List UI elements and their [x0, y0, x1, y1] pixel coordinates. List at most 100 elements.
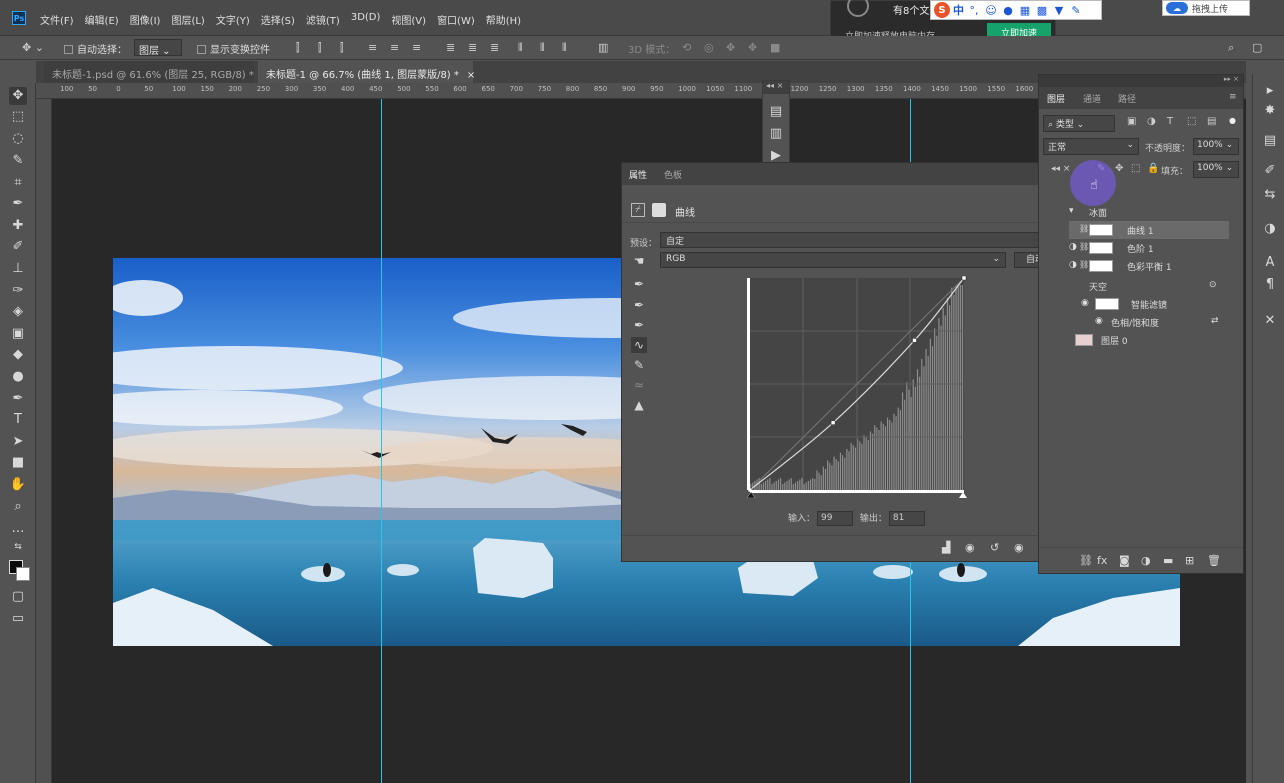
menu-view[interactable]: 视图(V) [391, 12, 426, 27]
upload-widget[interactable]: ☁ 拖拽上传 [1162, 0, 1250, 16]
curves-graph[interactable] [747, 276, 967, 498]
wrench-icon[interactable]: ✎ [1069, 3, 1083, 17]
auto-select-checkbox[interactable]: 自动选择： [64, 41, 127, 56]
clone-stamp-tool-icon[interactable]: ⊥ [9, 260, 27, 278]
slide-3d-icon[interactable]: ✥ [748, 41, 757, 54]
brush-tool-icon[interactable]: ✐ [9, 238, 27, 256]
curve-control-point[interactable] [912, 338, 917, 343]
panel-arrows-icon[interactable]: ▸ [1261, 82, 1279, 100]
rotate-3d-icon[interactable]: ⟲ [682, 41, 691, 54]
tab-channels[interactable]: 通道 [1083, 92, 1101, 105]
distribute-right-icon[interactable]: ⫴ [562, 41, 567, 55]
preset-dropdown[interactable]: 自定⌄ [660, 232, 1056, 248]
brush-settings-icon[interactable]: ✐ [1261, 162, 1279, 180]
curve-control-point[interactable] [830, 420, 836, 425]
tab-layers[interactable]: 图层 [1047, 92, 1065, 105]
background-color-swatch[interactable] [16, 567, 30, 581]
emoji-icon[interactable]: ☺ [984, 3, 998, 17]
new-adjustment-icon[interactable]: ◑ [1141, 554, 1151, 567]
workspace-icon[interactable]: ▢ [1252, 41, 1262, 54]
pen-tool-icon[interactable]: ✒ [9, 390, 27, 408]
show-transform-checkbox[interactable]: 显示变换控件 [197, 41, 270, 56]
eyedropper-tool-icon[interactable]: ✒ [9, 195, 27, 213]
menu-help[interactable]: 帮助(H) [486, 12, 521, 27]
align-right-icon[interactable]: ⫿ [340, 41, 344, 55]
filter-adjustment-icon[interactable]: ◑ [1147, 116, 1156, 127]
fill-field[interactable]: 100% ⌄ [1193, 161, 1239, 178]
visibility-eye-icon[interactable]: ◉ [1081, 298, 1089, 308]
panel-arrows-icon[interactable]: ◂◂ × [1051, 164, 1070, 174]
blur-tool-icon[interactable]: ◆ [9, 346, 27, 364]
character-icon[interactable]: A [1261, 254, 1279, 272]
align-middle-icon[interactable]: ≡ [390, 41, 399, 54]
curve-control-point[interactable] [961, 276, 967, 281]
target-adjust-icon[interactable]: ☚ [631, 253, 647, 269]
black-point-eyedropper-icon[interactable]: ✒ [631, 276, 647, 292]
view-previous-state-icon[interactable]: ◉ [965, 541, 975, 554]
shirt-icon[interactable]: ▼ [1052, 3, 1066, 17]
align-top-icon[interactable]: ≡ [368, 41, 377, 54]
color-panel-icon[interactable]: ✸ [1261, 102, 1279, 120]
filter-shape-icon[interactable]: ⬚ [1187, 116, 1196, 127]
layer-mask-thumbnail[interactable] [1089, 242, 1113, 254]
gray-point-eyedropper-icon[interactable]: ✒ [631, 297, 647, 313]
layer-style-icon[interactable]: fx [1097, 554, 1107, 567]
tab-document-psd[interactable]: 未标题-1.psd @ 61.6% (图层 25, RGB/8) *× [44, 61, 270, 83]
layer-row[interactable]: 天空 ⊙ [1069, 277, 1229, 295]
rectangle-tool-icon[interactable]: ■ [9, 454, 27, 472]
close-icon[interactable]: × [467, 70, 475, 81]
styles-icon[interactable]: ◑ [1261, 220, 1279, 238]
guide-line-vertical[interactable] [381, 99, 382, 783]
layer-row-selected[interactable]: ⛓ 曲线 1 [1069, 221, 1229, 239]
align-left-icon[interactable]: ⫿ [296, 41, 300, 55]
gradient-tool-icon[interactable]: ▣ [9, 325, 27, 343]
menu-layer[interactable]: 图层(L) [171, 12, 204, 27]
visibility-eye-icon[interactable]: ◉ [1095, 316, 1103, 326]
more-tools-icon[interactable]: … [9, 520, 27, 538]
auto-align-icon[interactable]: ▥ [598, 41, 608, 54]
move-tool-preset-icon[interactable]: ✥ ⌄ [22, 41, 44, 54]
filter-toggle-icon[interactable]: ● [1229, 116, 1236, 125]
sogou-logo-icon[interactable]: S [934, 2, 950, 18]
keyboard-icon[interactable]: ▦ [1018, 3, 1032, 17]
lock-all-icon[interactable]: 🔒 [1147, 163, 1159, 174]
blend-mode-dropdown[interactable]: 正常 ⌄ [1043, 138, 1139, 155]
distribute-middle-icon[interactable]: ≣ [468, 41, 477, 54]
healing-brush-tool-icon[interactable]: ✚ [9, 217, 27, 235]
roll-3d-icon[interactable]: ◎ [704, 41, 714, 54]
clip-to-layer-icon[interactable]: ▟ [942, 541, 950, 554]
distribute-left-icon[interactable]: ⫴ [518, 41, 523, 55]
crop-tool-icon[interactable]: ⌗ [9, 174, 27, 192]
path-selection-tool-icon[interactable]: ➤ [9, 433, 27, 451]
channel-dropdown[interactable]: RGB ⌄ [660, 252, 1006, 268]
ime-mode-toggle[interactable]: 中 [953, 2, 964, 18]
notes-panel-icon[interactable]: ▥ [767, 125, 785, 143]
history-brush-tool-icon[interactable]: ✑ [9, 282, 27, 300]
tool-presets-icon[interactable]: ✕ [1261, 312, 1279, 330]
distribute-top-icon[interactable]: ≣ [446, 41, 455, 54]
layer-row[interactable]: ◑ ⛓ 色阶 1 [1069, 239, 1229, 257]
paragraph-icon[interactable]: ¶ [1261, 276, 1279, 294]
menu-type[interactable]: 文字(Y) [216, 12, 250, 27]
layer-thumbnail[interactable] [1075, 334, 1093, 346]
edit-points-icon[interactable]: ∿ [631, 337, 647, 353]
layer-filter-dropdown[interactable]: ⌕ 类型 ⌄ [1043, 115, 1115, 132]
quick-select-tool-icon[interactable]: ✎ [9, 152, 27, 170]
lasso-tool-icon[interactable]: ◌ [9, 130, 27, 148]
filter-options-icon[interactable]: ⇄ [1211, 316, 1219, 326]
marquee-tool-icon[interactable]: ⬚ [9, 108, 27, 126]
align-center-icon[interactable]: ⫿ [318, 41, 322, 55]
filter-pixel-icon[interactable]: ▣ [1127, 116, 1136, 127]
curves-adjustment-icon[interactable]: ⌿ [631, 203, 645, 217]
filter-type-icon[interactable]: T [1167, 116, 1173, 127]
clipping-warning-icon[interactable]: ▲ [631, 397, 647, 413]
panel-menu-icon[interactable]: ≡ [1229, 92, 1237, 102]
menu-filter[interactable]: 滤镜(T) [306, 12, 340, 27]
menu-3d[interactable]: 3D(D) [351, 12, 381, 27]
menu-window[interactable]: 窗口(W) [437, 12, 475, 27]
menu-file[interactable]: 文件(F) [40, 12, 74, 27]
hand-tool-icon[interactable]: ✋ [9, 476, 27, 494]
auto-select-target-dropdown[interactable]: 图层 ⌄ [134, 39, 182, 57]
layer-row[interactable]: ◉ 色相/饱和度 ⇄ [1069, 313, 1229, 331]
layer-mask-thumbnail[interactable] [1089, 224, 1113, 236]
